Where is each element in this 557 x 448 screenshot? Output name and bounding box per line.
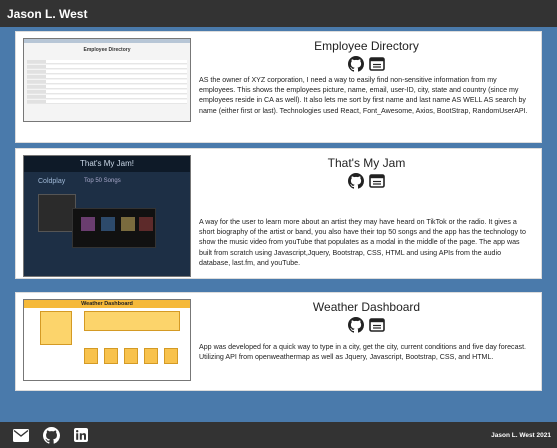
project-description: App was developed for a quick way to typ… bbox=[199, 343, 527, 362]
footer-social-links bbox=[0, 426, 88, 444]
browser-window-icon bbox=[369, 57, 385, 71]
thumb-title: Weather Dashboard bbox=[24, 300, 190, 308]
github-repo-link[interactable] bbox=[348, 173, 364, 189]
footer: Jason L. West 2021 bbox=[0, 422, 557, 448]
project-links bbox=[199, 317, 534, 333]
github-icon bbox=[43, 426, 60, 444]
github-icon bbox=[348, 173, 364, 189]
project-description: AS the owner of XYZ corporation, I need … bbox=[199, 76, 528, 115]
browser-window-icon bbox=[369, 174, 385, 188]
github-icon bbox=[348, 317, 364, 333]
email-link[interactable] bbox=[13, 428, 29, 442]
browser-window-icon bbox=[369, 318, 385, 332]
linkedin-link[interactable] bbox=[74, 428, 88, 442]
project-title: Weather Dashboard bbox=[312, 300, 421, 314]
project-card-thats-my-jam: That's My Jam! Coldplay Top 50 Songs Tha… bbox=[15, 148, 542, 279]
project-screenshot: Weather Dashboard bbox=[23, 299, 191, 381]
github-profile-link[interactable] bbox=[43, 426, 60, 444]
thumb-title: That's My Jam! bbox=[24, 156, 190, 172]
live-site-link[interactable] bbox=[369, 56, 385, 72]
projects-section: Employee Directory Employee Directory AS… bbox=[0, 27, 557, 422]
project-title: Employee Directory bbox=[314, 39, 419, 53]
project-card-employee-directory: Employee Directory Employee Directory AS… bbox=[15, 31, 542, 143]
live-site-link[interactable] bbox=[369, 317, 385, 333]
github-repo-link[interactable] bbox=[348, 56, 364, 72]
github-repo-link[interactable] bbox=[348, 317, 364, 333]
live-site-link[interactable] bbox=[369, 173, 385, 189]
email-icon bbox=[13, 428, 29, 442]
project-description: A way for the user to learn more about a… bbox=[199, 218, 526, 267]
thumb-artist: Coldplay bbox=[38, 178, 66, 185]
thumb-subtitle: Top 50 Songs bbox=[84, 178, 121, 184]
linkedin-icon bbox=[74, 428, 88, 442]
project-info: That's My Jam A way for the user to lear… bbox=[191, 149, 541, 278]
top-navbar: Jason L. West bbox=[0, 0, 557, 27]
project-links bbox=[199, 56, 534, 72]
project-screenshot: Employee Directory bbox=[23, 38, 191, 122]
project-title: That's My Jam bbox=[327, 156, 406, 170]
site-title[interactable]: Jason L. West bbox=[7, 7, 87, 21]
project-card-weather-dashboard: Weather Dashboard Weather Dashboard App … bbox=[15, 292, 542, 391]
project-info: Weather Dashboard App was developed for … bbox=[191, 293, 541, 390]
project-links bbox=[199, 173, 534, 189]
project-info: Employee Directory AS the owner of XYZ c… bbox=[191, 32, 541, 142]
github-icon bbox=[348, 56, 364, 72]
project-screenshot: That's My Jam! Coldplay Top 50 Songs bbox=[23, 155, 191, 277]
footer-credit: Jason L. West 2021 bbox=[491, 431, 551, 439]
